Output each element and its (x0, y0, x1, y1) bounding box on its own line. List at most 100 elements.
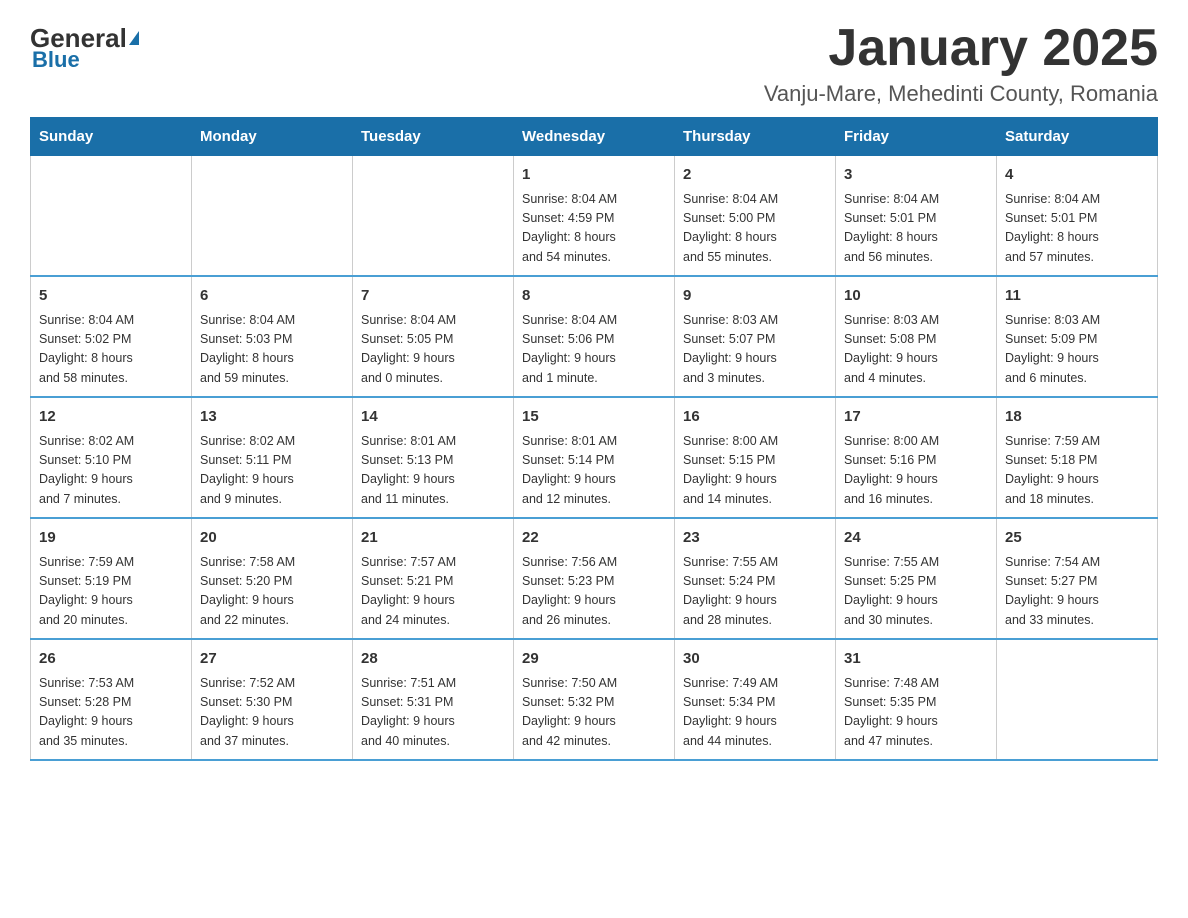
day-info: Sunrise: 7:50 AM Sunset: 5:32 PM Dayligh… (522, 674, 666, 752)
calendar-cell: 21 Sunrise: 7:57 AM Sunset: 5:21 PM Dayli… (353, 518, 514, 639)
day-info: Sunrise: 8:04 AM Sunset: 5:05 PM Dayligh… (361, 311, 505, 389)
day-info: Sunrise: 8:00 AM Sunset: 5:15 PM Dayligh… (683, 432, 827, 510)
day-info: Sunrise: 8:04 AM Sunset: 5:03 PM Dayligh… (200, 311, 344, 389)
calendar-week-row: 19Sunrise: 7:59 AM Sunset: 5:19 PM Dayli… (31, 518, 1158, 639)
day-number: 1 (522, 164, 666, 187)
day-number: 28 (361, 648, 505, 671)
day-info: Sunrise: 7:57 AM Sunset: 5:21 PM Dayligh… (361, 553, 505, 631)
logo-blue-text: Blue (32, 47, 80, 73)
calendar-cell: 12 Sunrise: 8:02 AM Sunset: 5:10 PM Dayli… (31, 397, 192, 518)
calendar-cell: 23 Sunrise: 7:55 AM Sunset: 5:24 PM Dayli… (675, 518, 836, 639)
day-info: Sunrise: 8:04 AM Sunset: 5:01 PM Dayligh… (1005, 190, 1149, 268)
calendar-cell: 25Sunrise: 7:54 AM Sunset: 5:27 PM Dayli… (997, 518, 1158, 639)
day-info: Sunrise: 8:03 AM Sunset: 5:08 PM Dayligh… (844, 311, 988, 389)
calendar-cell: 5Sunrise: 8:04 AM Sunset: 5:02 PM Daylig… (31, 276, 192, 397)
day-number: 16 (683, 406, 827, 429)
day-number: 24 (844, 527, 988, 550)
day-info: Sunrise: 8:04 AM Sunset: 4:59 PM Dayligh… (522, 190, 666, 268)
day-number: 12 (39, 406, 183, 429)
day-number: 4 (1005, 164, 1149, 187)
day-number: 15 (522, 406, 666, 429)
day-number: 22 (522, 527, 666, 550)
day-info: Sunrise: 7:56 AM Sunset: 5:23 PM Dayligh… (522, 553, 666, 631)
calendar-cell: 26 Sunrise: 7:53 AM Sunset: 5:28 PM Dayli… (31, 639, 192, 760)
day-number: 31 (844, 648, 988, 671)
day-info: Sunrise: 7:49 AM Sunset: 5:34 PM Dayligh… (683, 674, 827, 752)
calendar-table: Sunday Monday Tuesday Wednesday Thursday… (30, 117, 1158, 761)
day-number: 9 (683, 285, 827, 308)
month-title: January 2025 (764, 20, 1158, 77)
day-number: 8 (522, 285, 666, 308)
day-number: 7 (361, 285, 505, 308)
calendar-cell (997, 639, 1158, 760)
calendar-week-row: 26 Sunrise: 7:53 AM Sunset: 5:28 PM Dayli… (31, 639, 1158, 760)
calendar-week-row: 5Sunrise: 8:04 AM Sunset: 5:02 PM Daylig… (31, 276, 1158, 397)
calendar-cell: 9 Sunrise: 8:03 AM Sunset: 5:07 PM Daylig… (675, 276, 836, 397)
day-info: Sunrise: 8:02 AM Sunset: 5:11 PM Dayligh… (200, 432, 344, 510)
day-number: 13 (200, 406, 344, 429)
day-info: Sunrise: 8:03 AM Sunset: 5:09 PM Dayligh… (1005, 311, 1149, 389)
day-number: 10 (844, 285, 988, 308)
day-number: 30 (683, 648, 827, 671)
day-number: 29 (522, 648, 666, 671)
day-number: 18 (1005, 406, 1149, 429)
title-section: January 2025 Vanju-Mare, Mehedinti Count… (764, 20, 1158, 107)
day-info: Sunrise: 8:01 AM Sunset: 5:14 PM Dayligh… (522, 432, 666, 510)
day-info: Sunrise: 7:48 AM Sunset: 5:35 PM Dayligh… (844, 674, 988, 752)
header-saturday: Saturday (997, 118, 1158, 156)
day-info: Sunrise: 7:59 AM Sunset: 5:19 PM Dayligh… (39, 553, 183, 631)
calendar-cell: 31 Sunrise: 7:48 AM Sunset: 5:35 PM Dayli… (836, 639, 997, 760)
day-info: Sunrise: 7:59 AM Sunset: 5:18 PM Dayligh… (1005, 432, 1149, 510)
day-info: Sunrise: 8:04 AM Sunset: 5:06 PM Dayligh… (522, 311, 666, 389)
day-number: 6 (200, 285, 344, 308)
logo: General Blue (30, 20, 139, 73)
calendar-cell: 30 Sunrise: 7:49 AM Sunset: 5:34 PM Dayli… (675, 639, 836, 760)
day-number: 26 (39, 648, 183, 671)
day-info: Sunrise: 8:03 AM Sunset: 5:07 PM Dayligh… (683, 311, 827, 389)
calendar-cell: 29 Sunrise: 7:50 AM Sunset: 5:32 PM Dayli… (514, 639, 675, 760)
day-info: Sunrise: 7:52 AM Sunset: 5:30 PM Dayligh… (200, 674, 344, 752)
day-number: 11 (1005, 285, 1149, 308)
calendar-cell: 2 Sunrise: 8:04 AM Sunset: 5:00 PM Daylig… (675, 156, 836, 277)
calendar-cell (31, 156, 192, 277)
calendar-cell: 17 Sunrise: 8:00 AM Sunset: 5:16 PM Dayli… (836, 397, 997, 518)
calendar-cell: 8 Sunrise: 8:04 AM Sunset: 5:06 PM Daylig… (514, 276, 675, 397)
calendar-cell: 14Sunrise: 8:01 AM Sunset: 5:13 PM Dayli… (353, 397, 514, 518)
day-info: Sunrise: 7:55 AM Sunset: 5:24 PM Dayligh… (683, 553, 827, 631)
day-info: Sunrise: 7:53 AM Sunset: 5:28 PM Dayligh… (39, 674, 183, 752)
header-wednesday: Wednesday (514, 118, 675, 156)
day-info: Sunrise: 8:02 AM Sunset: 5:10 PM Dayligh… (39, 432, 183, 510)
calendar-week-row: 1 Sunrise: 8:04 AM Sunset: 4:59 PM Daylig… (31, 156, 1158, 277)
day-number: 21 (361, 527, 505, 550)
day-info: Sunrise: 8:00 AM Sunset: 5:16 PM Dayligh… (844, 432, 988, 510)
calendar-cell: 20 Sunrise: 7:58 AM Sunset: 5:20 PM Dayli… (192, 518, 353, 639)
calendar-cell: 7 Sunrise: 8:04 AM Sunset: 5:05 PM Daylig… (353, 276, 514, 397)
header-friday: Friday (836, 118, 997, 156)
logo-triangle-icon (129, 31, 139, 45)
calendar-cell: 6 Sunrise: 8:04 AM Sunset: 5:03 PM Daylig… (192, 276, 353, 397)
calendar-cell: 10 Sunrise: 8:03 AM Sunset: 5:08 PM Dayli… (836, 276, 997, 397)
day-number: 27 (200, 648, 344, 671)
day-number: 3 (844, 164, 988, 187)
calendar-cell: 24Sunrise: 7:55 AM Sunset: 5:25 PM Dayli… (836, 518, 997, 639)
day-number: 20 (200, 527, 344, 550)
calendar-cell: 27 Sunrise: 7:52 AM Sunset: 5:30 PM Dayli… (192, 639, 353, 760)
day-info: Sunrise: 8:01 AM Sunset: 5:13 PM Dayligh… (361, 432, 505, 510)
day-info: Sunrise: 8:04 AM Sunset: 5:01 PM Dayligh… (844, 190, 988, 268)
day-number: 17 (844, 406, 988, 429)
calendar-week-row: 12 Sunrise: 8:02 AM Sunset: 5:10 PM Dayli… (31, 397, 1158, 518)
calendar-cell: 19Sunrise: 7:59 AM Sunset: 5:19 PM Dayli… (31, 518, 192, 639)
header-tuesday: Tuesday (353, 118, 514, 156)
day-info: Sunrise: 7:51 AM Sunset: 5:31 PM Dayligh… (361, 674, 505, 752)
day-number: 23 (683, 527, 827, 550)
calendar-cell: 3 Sunrise: 8:04 AM Sunset: 5:01 PM Daylig… (836, 156, 997, 277)
day-info: Sunrise: 8:04 AM Sunset: 5:00 PM Dayligh… (683, 190, 827, 268)
calendar-cell (192, 156, 353, 277)
calendar-header-row: Sunday Monday Tuesday Wednesday Thursday… (31, 118, 1158, 156)
day-number: 2 (683, 164, 827, 187)
header-sunday: Sunday (31, 118, 192, 156)
day-info: Sunrise: 7:58 AM Sunset: 5:20 PM Dayligh… (200, 553, 344, 631)
day-number: 5 (39, 285, 183, 308)
header-monday: Monday (192, 118, 353, 156)
calendar-cell: 28 Sunrise: 7:51 AM Sunset: 5:31 PM Dayli… (353, 639, 514, 760)
